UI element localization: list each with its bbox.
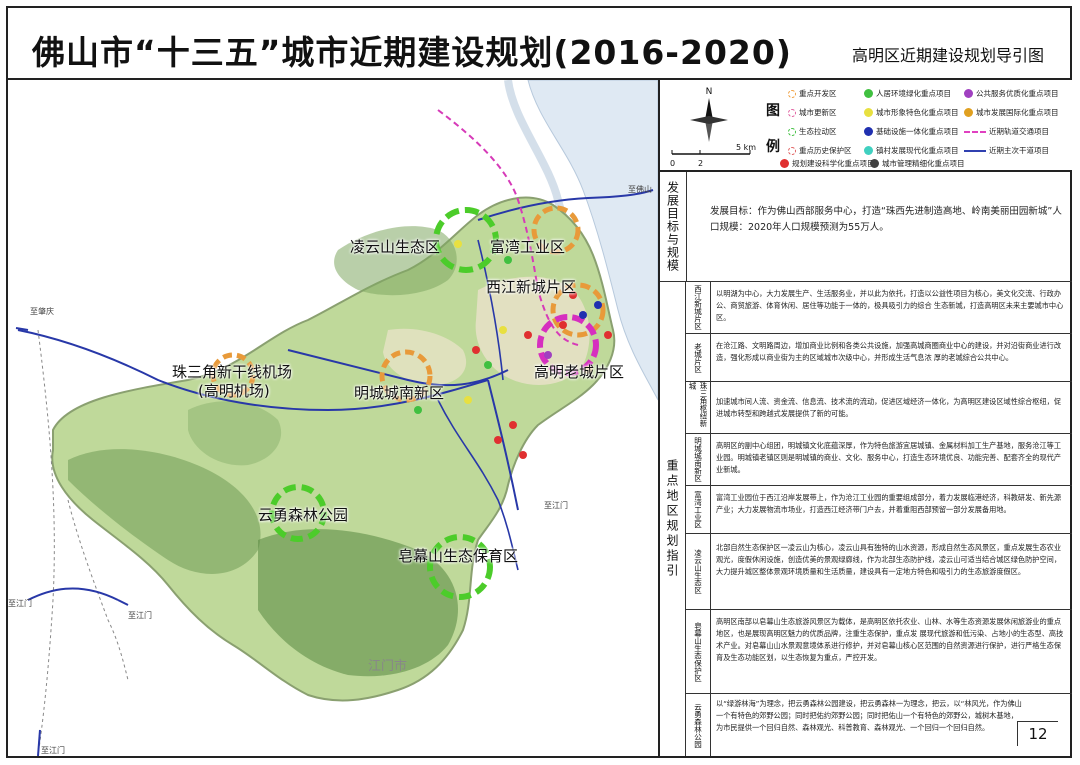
- road-label: 至江门: [544, 501, 568, 510]
- svg-text:0: 0: [670, 159, 675, 168]
- legend-item: 镇村发展现代化重点项目: [864, 145, 959, 156]
- zone-label-fuwan: 富湾工业区: [490, 238, 566, 256]
- table-row: 凌云山生态区 北部自然生态保护区一凌云山为核心，凌云山具有独特的山水资源，形成自…: [686, 534, 1072, 610]
- legend-item: 城市发展国际化重点项目: [964, 107, 1059, 118]
- zone-label-airport-sub: (高明机场): [198, 382, 270, 400]
- plan-table: 发展目标与规模 发展目标：作为佛山西部服务中心，打造“珠西先进制造高地、岭南美丽…: [658, 172, 1072, 756]
- table-row: 老城片区 在沧江路、文明路周边，增加商业比例和各类公共设施，加强高城商圈商业中心…: [686, 334, 1072, 382]
- row-subheading: 云勇森林公园: [686, 694, 711, 756]
- table-row: 发展目标与规模 发展目标：作为佛山西部服务中心，打造“珠西先进制造高地、岭南美丽…: [660, 172, 1072, 282]
- page-number: 12: [1017, 721, 1058, 746]
- legend-item: 生态拉动区: [788, 126, 837, 137]
- zone-label-yunyong: 云勇森林公园: [258, 506, 349, 524]
- legend-item: 近期主次干道项目: [964, 145, 1049, 156]
- row-text: 加速城市间人流、资金流、信息流、技术流的流动，促进区域经济一体化，为高明区建设区…: [716, 397, 1062, 418]
- zone-label-mingcheng: 明城城南新区: [354, 384, 445, 402]
- table-row: 富湾工业区 富湾工业园位于西江沿岸发展带上，作为沧江工业园的重要组成部分，着力发…: [686, 486, 1072, 534]
- road-label: 至江门: [128, 611, 152, 620]
- row-subheading: 凌云山生态区: [686, 534, 711, 609]
- table-row: 皂幕山生态保护区 高明区南部以皂幕山生态旅游风景区为载体，是高明区依托农业、山林…: [686, 610, 1072, 694]
- legend-item: 城市管理精细化重点项目: [870, 158, 965, 169]
- row-heading: 发展目标与规模: [660, 172, 687, 281]
- row-text: 以“绿游林海”为理念，把云勇森林公园建设，把云勇森林一为理念，把云，以“林风光，…: [716, 699, 1022, 732]
- legend-heading: 例: [766, 139, 780, 155]
- row-text: 富湾工业园位于西江沿岸发展带上，作为沧江工业园的重要组成部分，着力发展临港经济，…: [716, 493, 1062, 514]
- table-row: 珠三角枢纽新城 加速城市间人流、资金流、信息流、技术流的流动，促进区域经济一体化…: [686, 382, 1072, 434]
- legend-item: 近期轨道交通项目: [964, 126, 1049, 137]
- legend-item: 城市形象特色化重点项目: [864, 107, 959, 118]
- row-subheading: 皂幕山生态保护区: [686, 610, 711, 693]
- row-text: 高明区的副中心组团，明城镇文化底蕴深厚，作为特色旅游宜居城镇、金属材料加工生产基…: [716, 441, 1062, 474]
- road-label: 至江门: [8, 599, 32, 608]
- zone-label-xijiang: 西江新城片区: [486, 278, 577, 296]
- page-subtitle: 高明区近期建设规划导引图: [851, 46, 1044, 65]
- row-text: 在沧江路、文明路周边，增加商业比例和各类公共设施，加强高城商圈商业中心的建设，并…: [716, 341, 1062, 362]
- legend-heading: 图: [766, 103, 780, 119]
- legend-item: 重点开发区: [788, 88, 837, 99]
- legend-item: 规划建设科学化重点项目: [780, 158, 875, 169]
- city-label-jiangmen: 江门市: [368, 659, 408, 674]
- title-bar: 佛山市“十三五”城市近期建设规划(2016-2020) 高明区近期建设规划导引图: [6, 6, 1072, 80]
- legend-item: 城市更新区: [788, 107, 837, 118]
- legend-item: 重点历史保护区: [788, 145, 852, 156]
- table-row: 西江新城片区 以明湖为中心，大力发展生产、生活服务业，并以此为依托，打造以公益性…: [686, 282, 1072, 334]
- legend-item: 基础设施一体化重点项目: [864, 126, 959, 137]
- row-subheading: 富湾工业区: [686, 486, 711, 533]
- row-subheading: 珠三角枢纽新城: [686, 382, 711, 433]
- svg-text:2: 2: [698, 159, 703, 168]
- table-row: 明城城南新区 高明区的副中心组团，明城镇文化底蕴深厚，作为特色旅游宜居城镇、金属…: [686, 434, 1072, 486]
- north-label: N: [706, 87, 713, 97]
- zone-label-lingyunshan: 凌云山生态区: [350, 238, 441, 256]
- road-label: 至江门: [41, 746, 65, 755]
- page-title: 佛山市“十三五”城市近期建设规划(2016-2020): [32, 33, 792, 72]
- zone-label-old-city: 高明老城片区: [534, 363, 625, 381]
- row-text: 北部自然生态保护区一凌云山为核心，凌云山具有独特的山水资源，形成自然生态风景区，…: [716, 543, 1062, 576]
- road-label: 至肇庆: [30, 307, 54, 316]
- svg-text:5 km: 5 km: [736, 143, 756, 152]
- road-label: 至佛山: [628, 185, 652, 194]
- row-subheading: 西江新城片区: [686, 282, 711, 333]
- zone-label-airport: 珠三角新干线机场: [172, 363, 293, 381]
- legend-item: 人居环境绿化重点项目: [864, 88, 951, 99]
- zone-label-zaomushan: 皂幕山生态保育区: [398, 547, 519, 565]
- row-text: 高明区南部以皂幕山生态旅游风景区为载体，是高明区依托农业、山林、水等生态资源发展…: [716, 617, 1064, 662]
- map-area: 凌云山生态区 富湾工业区 西江新城片区 珠三角新干线机场 (高明机场) 明城城南…: [8, 80, 658, 756]
- map-canvas: [8, 80, 658, 756]
- row-text: 以明湖为中心，大力发展生产、生活服务业，并以此为依托，打造以公益性项目为核心，美…: [716, 289, 1064, 322]
- group-heading: 重点地区规划指引: [660, 282, 686, 756]
- north-arrow-icon: N 0 2 5 km: [670, 87, 756, 168]
- map-legend: N 0 2 5 km 图 例 重点开发区 城市更新区 生态拉动区 重点历史保护区…: [658, 80, 1072, 172]
- legend-item: 公共服务优质化重点项目: [964, 88, 1059, 99]
- row-text: 发展目标：作为佛山西部服务中心，打造“珠西先进制造高地、岭南美丽田园新城”人口规…: [710, 206, 1062, 233]
- table-row: 云勇森林公园 以“绿游林海”为理念，把云勇森林公园建设，把云勇森林一为理念，把云…: [686, 694, 1072, 756]
- row-subheading: 老城片区: [686, 334, 711, 381]
- row-subheading: 明城城南新区: [686, 434, 711, 485]
